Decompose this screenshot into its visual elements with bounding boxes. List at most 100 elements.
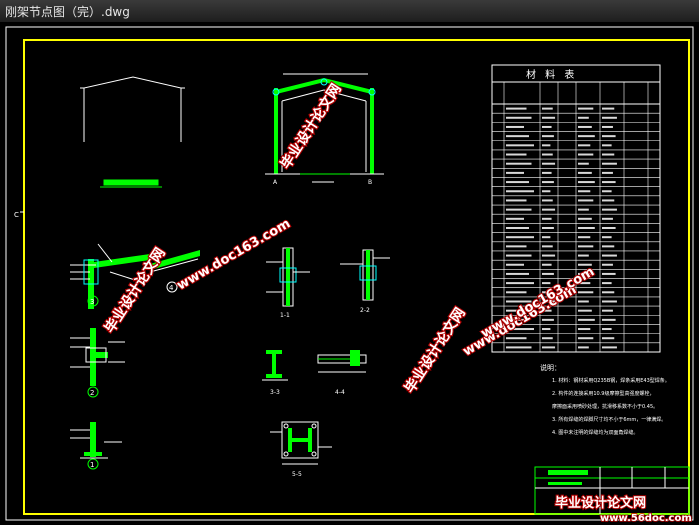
table-cell-text [542, 125, 552, 128]
table-cell-text [578, 300, 589, 303]
table-cell-text [578, 162, 589, 165]
table-cell-text [506, 144, 534, 147]
detail-label-2: 2 [90, 389, 94, 397]
table-cell-text [542, 208, 556, 211]
table-cell-text [602, 254, 617, 257]
table-cell-text [602, 190, 612, 193]
detail-label-3: 3 [90, 298, 94, 306]
table-cell-text [578, 181, 595, 184]
table-cell-text [506, 116, 532, 119]
note-1: 1. 材料：钢材采用Q235B钢，焊条采用E43型焊条。 [552, 377, 670, 384]
table-cell-text [542, 116, 556, 119]
table-cell-text [542, 272, 554, 275]
table-cell-text [602, 144, 612, 147]
table-cell-text [506, 190, 534, 193]
table-cell-text [506, 171, 524, 174]
table-cell-text [506, 227, 529, 229]
table-cell-text [542, 199, 553, 202]
table-cell-text [578, 318, 595, 321]
table-cell-text [542, 227, 554, 229]
table-cell-text [542, 282, 551, 285]
table-cell-text [578, 107, 594, 110]
table-cell-text [602, 162, 617, 165]
notes-heading: 说明： [540, 363, 561, 372]
table-cell-text [506, 199, 527, 202]
table-cell-text [602, 282, 612, 285]
table-cell-text [602, 135, 616, 138]
table-cell-text [578, 171, 592, 174]
section-3-3: 3-3 [262, 350, 288, 396]
table-cell-text [506, 254, 532, 257]
table-cell-text [578, 254, 589, 257]
table-cell-text [542, 162, 556, 165]
table-cell-text [506, 291, 527, 294]
table-cell-text [602, 208, 617, 211]
table-cell-text [602, 199, 615, 202]
section-4-4: 4-4 [317, 350, 367, 396]
table-cell-text [578, 125, 592, 128]
table-cell-text [506, 263, 524, 266]
table-cell-text [542, 190, 551, 193]
table-cell-text [506, 217, 524, 220]
section-2-2: 2-2 [340, 249, 390, 314]
detail-label-4: 4 [169, 284, 174, 292]
detail-1: 1 [70, 422, 122, 470]
table-cell-text [506, 337, 527, 340]
table-cell-text [506, 236, 534, 239]
table-cell-text [602, 153, 615, 156]
table-cell-text [602, 107, 615, 110]
table-cell-text [542, 245, 553, 248]
watermark-text-3: 毕业设计论文网 [277, 81, 345, 172]
table-cell-text [542, 144, 551, 147]
table-cell-text [506, 282, 534, 285]
section-5-5: 5-5 [270, 421, 332, 478]
section-label-4-4: 4-4 [335, 389, 345, 396]
table-cell-text [602, 337, 615, 340]
table-cell-text [506, 107, 527, 110]
section-label-2-2: 2-2 [360, 307, 370, 314]
table-cell-text [506, 162, 532, 165]
note-2: 2. 构件的连接采用10.9级摩擦型高强度螺栓， [552, 390, 655, 397]
section-label-3-3: 3-3 [270, 389, 280, 396]
table-cell-text [578, 291, 594, 294]
table-cell-text [506, 181, 529, 184]
svg-text:A: A [273, 179, 278, 186]
table-cell-text [542, 337, 553, 340]
table-cell-text [542, 153, 553, 156]
table-cell-text [602, 217, 613, 220]
table-cell-text [578, 190, 591, 193]
watermarks: 毕业设计论文网 www.doc163.com 毕业设计论文网 www.doc16… [100, 80, 598, 398]
table-cell-text [578, 337, 594, 340]
cad-drawing: C A B 材 料 表 3 4 2 1 1-1 2-2 3-3 4-4 5-5 … [5, 26, 694, 525]
table-cell-text [578, 199, 594, 202]
frame-elevation [80, 76, 185, 188]
table-cell-text [578, 217, 592, 220]
table-cell-text [602, 300, 617, 303]
table-cell-text [506, 272, 529, 275]
section-1-1: 1-1 [266, 247, 310, 319]
window-title: 刚架节点图（完）.dwg [5, 5, 130, 19]
table-cell-text [602, 346, 617, 349]
table-cell-text [542, 217, 552, 220]
footer-logo: 毕业设计论文网 [555, 495, 646, 511]
table-cell-text [602, 116, 617, 119]
table-cell-text [578, 135, 595, 138]
table-cell-text [578, 245, 594, 248]
table-cell-text [602, 227, 616, 229]
table-cell-text [542, 263, 552, 266]
table-cell-text [506, 135, 529, 138]
table-cell-text [578, 208, 589, 211]
table-cell-text [542, 236, 551, 239]
watermark-text-2: 毕业设计论文网 [401, 305, 469, 396]
table-cell-text [542, 181, 554, 184]
table-cell-text [602, 318, 616, 321]
table-cell-text [602, 125, 613, 128]
table-cell-text [578, 346, 589, 349]
table-cell-text [578, 227, 595, 229]
table-cell-text [578, 116, 589, 119]
table-cell-text [602, 291, 615, 294]
table-cell-text [506, 245, 527, 248]
table-cell-text [578, 309, 592, 312]
drawing-canvas[interactable]: C A B 材 料 表 3 4 2 1 1-1 2-2 3-3 4-4 5-5 … [0, 22, 699, 525]
table-cell-text [602, 263, 613, 266]
